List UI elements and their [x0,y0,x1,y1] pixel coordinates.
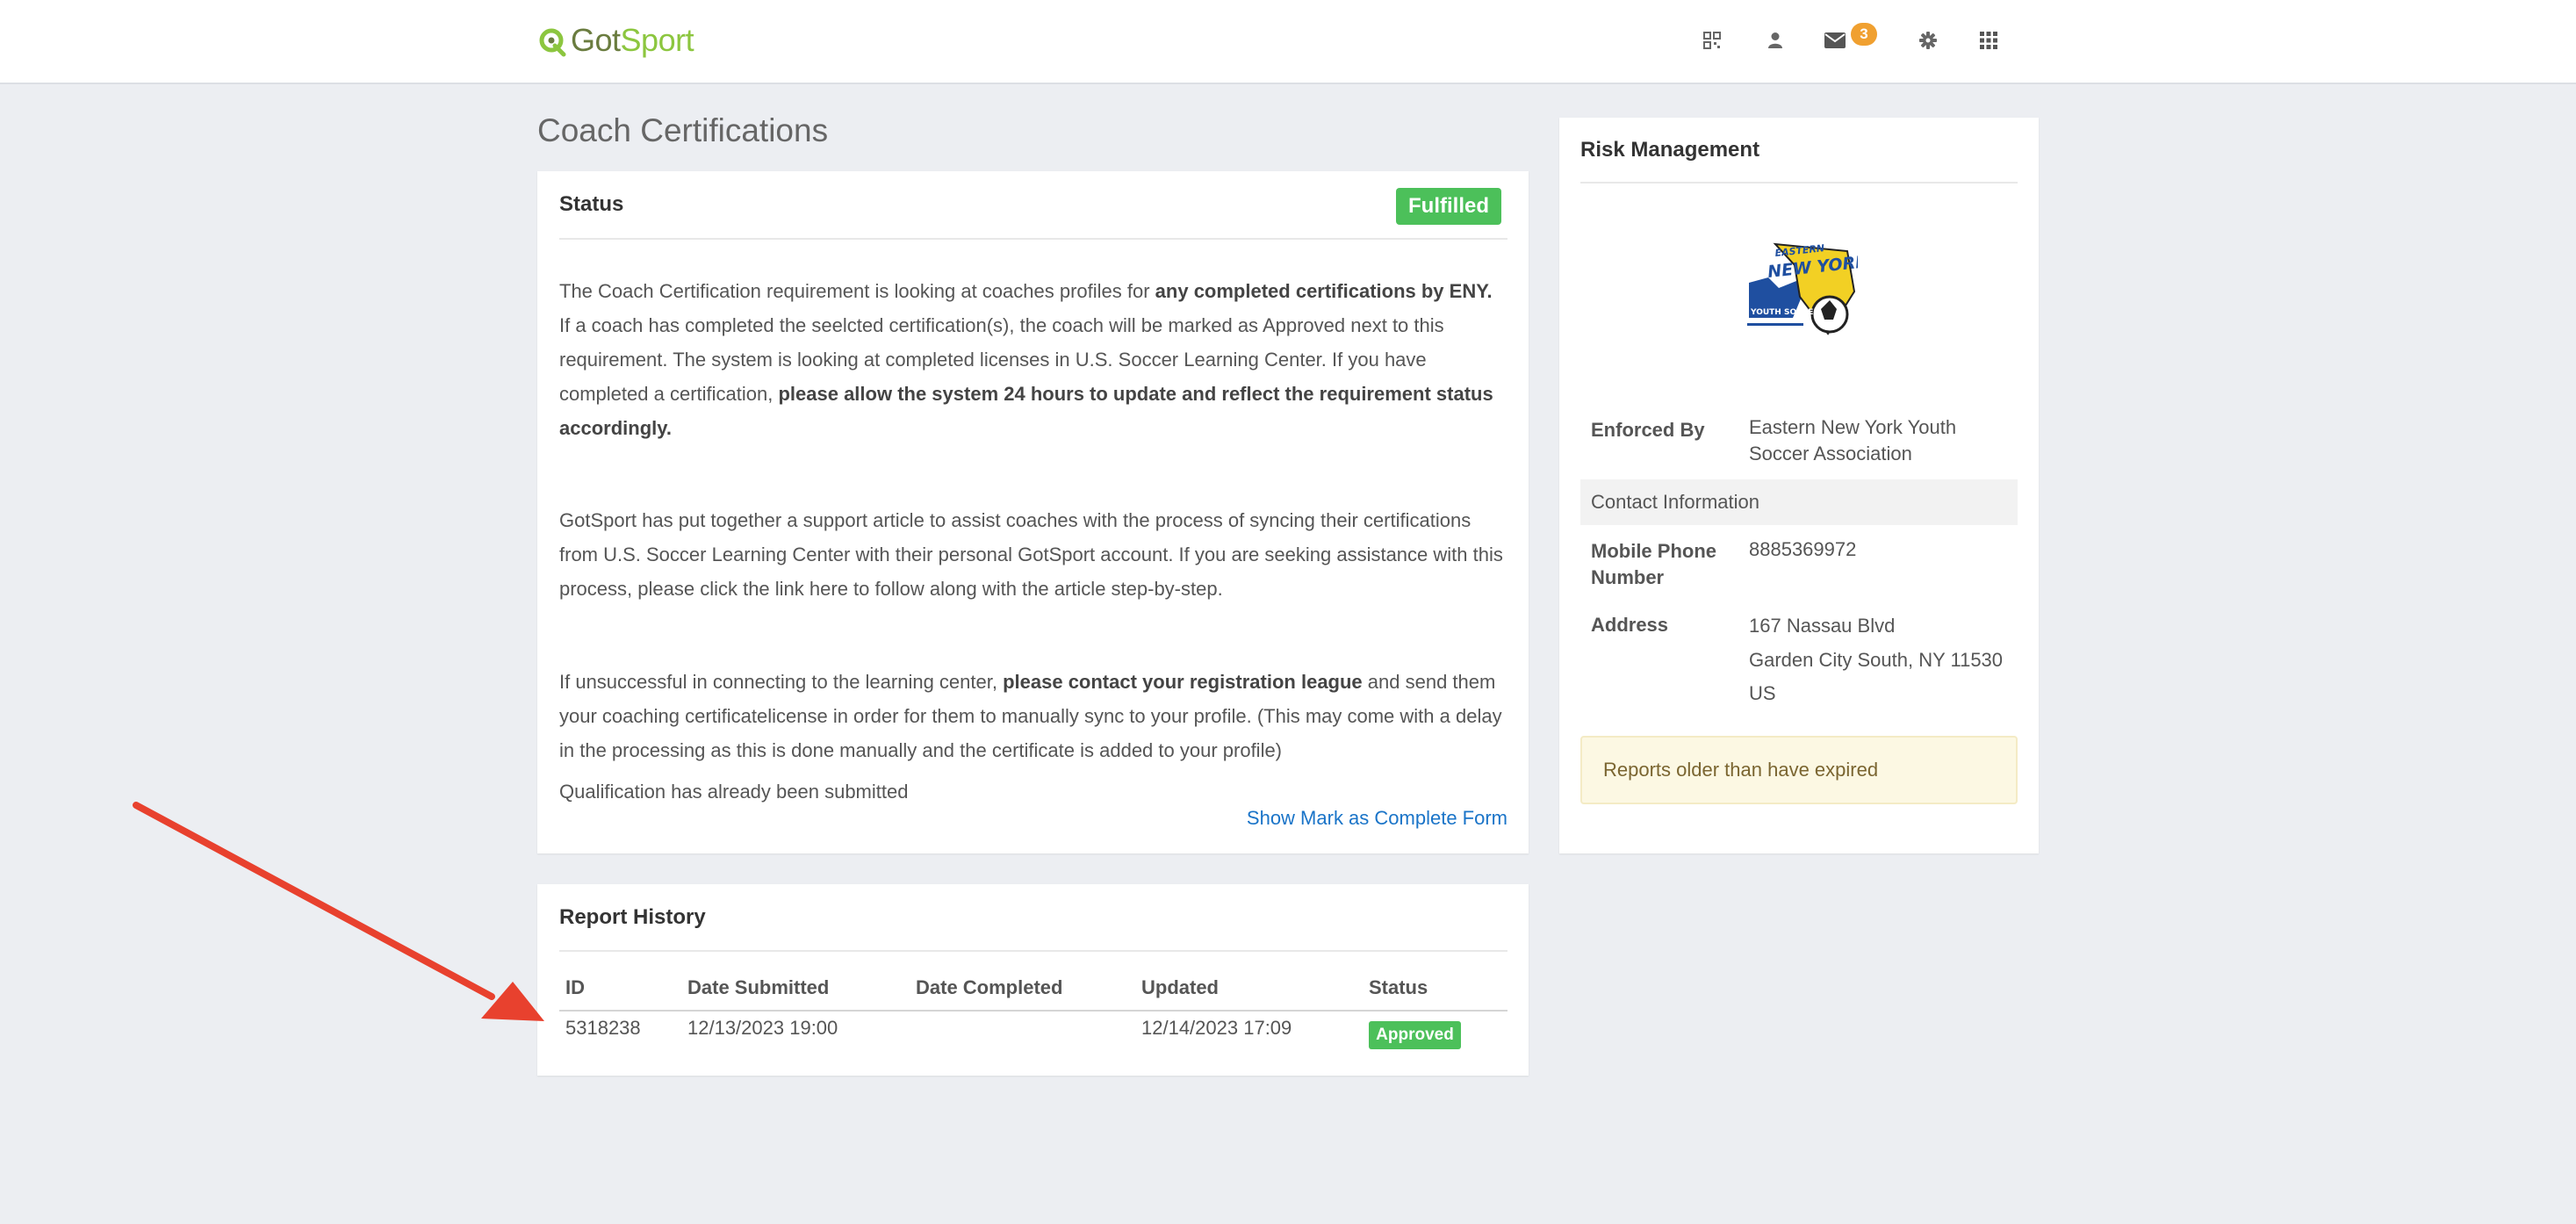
mobile-phone-label-line-2: Number [1591,566,1665,588]
gotsport-logo-icon [539,28,566,57]
logo-text-youth-soccer: YOUTH SOCCER [1750,308,1819,317]
enforced-by-line-2: Soccer Association [1749,443,1912,464]
para3-text-1: If unsuccessful in connecting to the lea… [559,671,1004,693]
registration-league-paragraph: If unsuccessful in connecting to the lea… [559,665,1507,767]
enforced-by-line-1: Eastern New York Youth [1749,416,1957,438]
column-header-date-completed: Date Completed [916,976,1063,998]
show-mark-complete-form-link[interactable]: Show Mark as Complete Form [559,801,1507,835]
certification-requirement-paragraph: The Coach Certification requirement is l… [559,274,1507,445]
address-line-2: Garden City South, NY 11530 [1749,649,2004,671]
report-history-divider [559,950,1507,952]
page-title: Coach Certifications [537,112,829,148]
user-glyph [1768,32,1782,48]
column-header-updated: Updated [1141,976,1219,998]
mobile-phone-label-line-1: Mobile Phone [1591,540,1716,562]
para3-bold-1: please contact your registration league [1003,671,1363,693]
column-header-status: Status [1369,976,1428,998]
qr-code-glyph [1703,32,1721,49]
logo-text: GotSport [571,22,694,59]
column-header-date-submitted: Date Submitted [687,976,830,998]
date-submitted-cell: 12/13/2023 19:00 [687,1017,838,1039]
apps-grid-glyph [1980,32,1997,49]
para1-bold-1: any completed certifications by ENY. [1155,280,1493,302]
approved-status-badge: Approved [1369,1021,1461,1049]
eastern-new-york-youth-soccer-logo: EASTERN NEW YORK YOUTH SOCCER [1747,242,1858,335]
envelope-glyph [1824,32,1846,48]
para1-text-1: The Coach Certification requirement is l… [559,280,1155,302]
address-label: Address [1591,614,1669,636]
top-navbar: GotSport 3 [0,0,2576,84]
enforced-by-label: Enforced By [1591,419,1705,441]
table-header-divider [559,1010,1507,1012]
gear-icon[interactable] [1910,23,1946,58]
status-card-title: Status [559,192,624,216]
fulfilled-badge: Fulfilled [1396,188,1501,225]
mail-count-badge[interactable]: 3 [1851,23,1877,46]
logo-text-got: Got [571,22,621,58]
contact-information-header: Contact Information [1580,479,2018,525]
risk-management-divider [1580,182,2018,184]
report-id-link[interactable]: 5318238 [565,1017,641,1040]
column-header-id: ID [565,976,585,998]
updated-cell: 12/14/2023 17:09 [1141,1017,1292,1039]
address-line-3: US [1749,682,1776,704]
gear-glyph [1919,32,1937,49]
gotsport-logo[interactable]: GotSport [537,19,694,61]
status-card-divider [559,238,1507,240]
qr-code-icon[interactable] [1695,23,1730,58]
mobile-phone-value: 8885369972 [1749,538,1857,560]
support-article-paragraph: GotSport has put together a support arti… [559,509,1503,600]
reports-expired-alert: Reports older than have expired [1580,736,2018,804]
envelope-icon[interactable] [1817,23,1853,58]
report-history-title: Report History [559,905,706,929]
logo-text-sport: Sport [620,22,694,58]
user-icon[interactable] [1758,23,1793,58]
risk-management-title: Risk Management [1580,138,1760,162]
apps-grid-icon[interactable] [1971,23,2006,58]
address-line-1: 167 Nassau Blvd [1749,615,1896,637]
